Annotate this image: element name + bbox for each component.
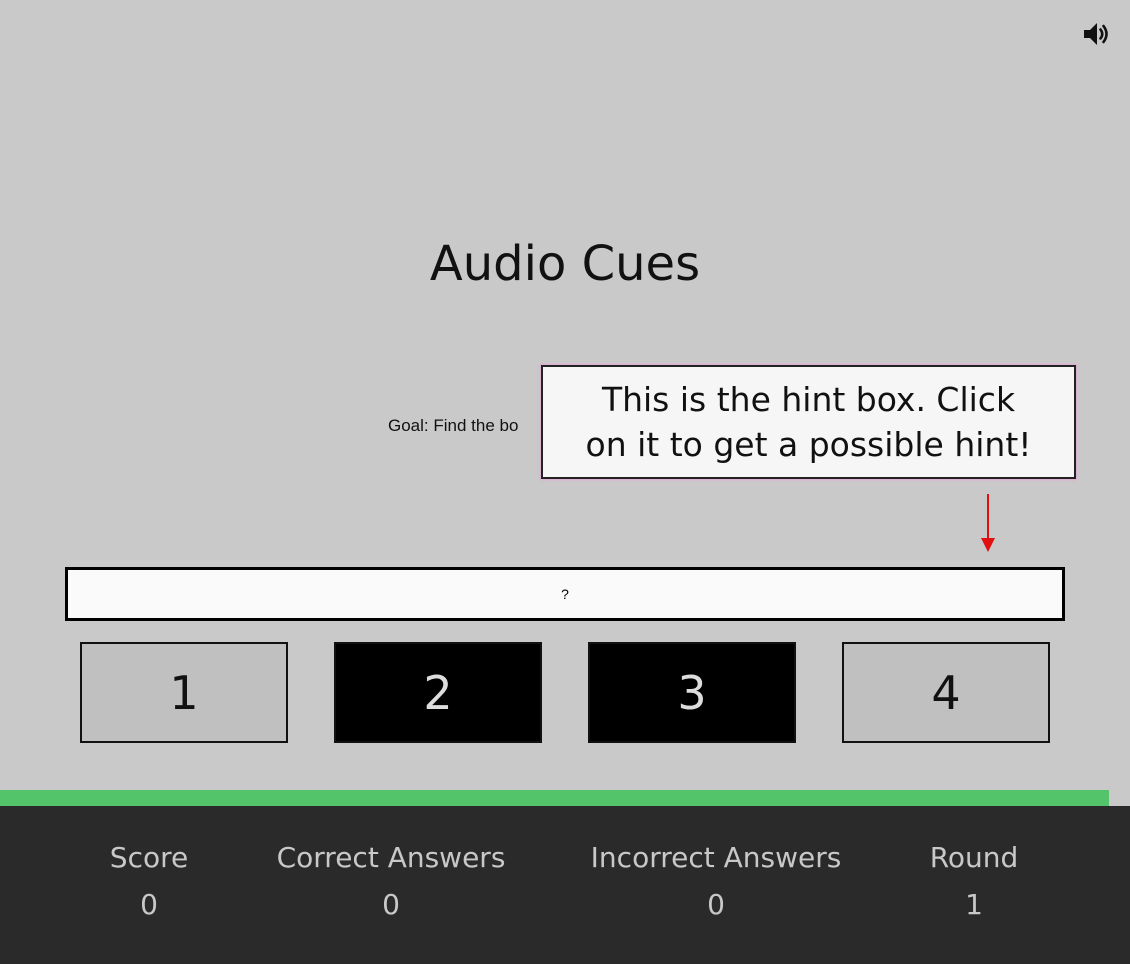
goal-text: Goal: Find the bo [388,416,519,435]
hint-tooltip-text: This is the hint box. Click on it to get… [585,380,1032,464]
correct-answers-stat: Correct Answers 0 [277,840,506,923]
choice-label: 1 [169,665,199,720]
round-label: Round [929,841,1019,874]
incorrect-answers-stat: Incorrect Answers 0 [591,840,842,923]
incorrect-answers-value: 0 [707,888,725,921]
choice-box-4[interactable]: 4 [842,642,1050,743]
correct-answers-label: Correct Answers [276,841,506,874]
choice-box-3[interactable]: 3 [588,642,796,743]
choice-label: 3 [677,665,707,720]
hint-box-text: ? [561,586,569,602]
round-value: 1 [965,888,983,921]
arrow-down-icon [978,494,998,556]
speaker-volume-icon[interactable] [1080,18,1112,50]
hint-tooltip: This is the hint box. Click on it to get… [541,365,1076,479]
choice-box-2[interactable]: 2 [334,642,542,743]
game-title: Audio Cues [429,236,701,292]
choice-label: 2 [423,665,453,720]
game-stage: Audio Cues Goal: Find the bo This is the… [0,0,1130,806]
timer-bar [0,790,1109,806]
hint-box[interactable]: ? [65,567,1065,621]
choice-box-1[interactable]: 1 [80,642,288,743]
incorrect-answers-label: Incorrect Answers [590,841,842,874]
score-value: 0 [140,888,158,921]
score-label: Score [109,841,189,874]
score-stat: Score 0 [110,840,188,923]
stats-footer: Score 0 Correct Answers 0 Incorrect Answ… [0,806,1130,964]
round-stat: Round 1 [930,840,1019,923]
speaker-volume-icon-graphic [1084,23,1108,45]
correct-answers-value: 0 [382,888,400,921]
choice-label: 4 [931,665,961,720]
